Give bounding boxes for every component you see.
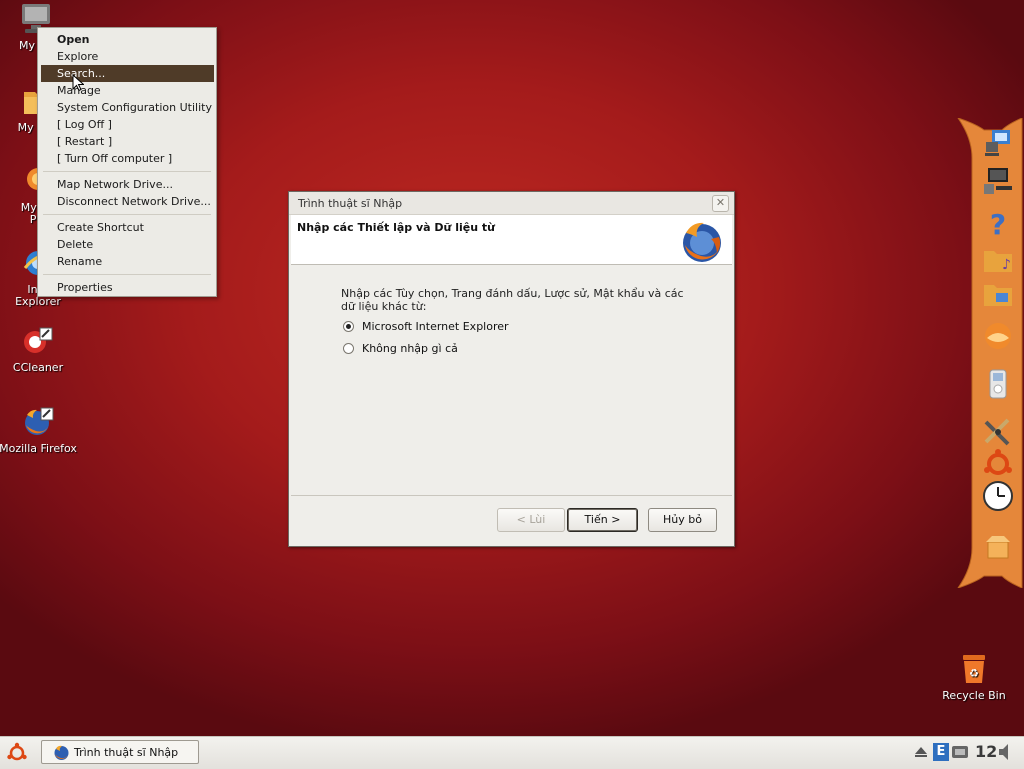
next-button[interactable]: Tiến >: [567, 508, 638, 532]
ubuntu-start-icon[interactable]: [6, 742, 28, 764]
svg-text:?: ?: [990, 208, 1006, 240]
radio-option-label: Không nhập gì cả: [362, 342, 458, 355]
svg-text:♪: ♪: [1002, 257, 1011, 273]
pictures-folder-icon[interactable]: [982, 278, 1014, 310]
desktop-icon-label-line2: Explorer: [15, 295, 61, 308]
desktop-icon-label: Mozilla Firefox: [0, 442, 77, 455]
side-dock: ? ♪: [956, 118, 1024, 588]
media-player-icon[interactable]: [982, 320, 1014, 352]
menu-item-log-off[interactable]: [ Log Off ]: [41, 116, 214, 133]
firefox-logo-icon: [683, 222, 721, 262]
dialog-footer-divider: [291, 495, 732, 496]
ubuntu-logo-icon[interactable]: [982, 448, 1014, 480]
tray-app-icon[interactable]: [951, 743, 969, 761]
desktop-icon-label: CCleaner: [12, 361, 64, 374]
eject-icon[interactable]: [914, 745, 928, 759]
wizard-prompt: Nhập các Tùy chọn, Trang đánh dấu, Lược …: [341, 287, 684, 313]
menu-item-restart[interactable]: [ Restart ]: [41, 133, 214, 150]
close-button[interactable]: ✕: [712, 195, 729, 212]
ccleaner-icon: [21, 324, 55, 358]
dialog-title: Trình thuật sĩ Nhập: [298, 197, 403, 210]
taskbar-button-import-wizard[interactable]: Trình thuật sĩ Nhập: [41, 740, 199, 764]
radio-option-label: Microsoft Internet Explorer: [362, 320, 509, 333]
back-button[interactable]: < Lùi: [497, 508, 565, 532]
radio-button[interactable]: [343, 343, 354, 354]
context-menu: Open Explore Search... Manage System Con…: [37, 27, 217, 297]
tools-icon[interactable]: [982, 416, 1014, 448]
menu-item-manage[interactable]: Manage: [41, 82, 214, 99]
menu-item-turn-off-computer[interactable]: [ Turn Off computer ]: [41, 150, 214, 167]
volume-icon[interactable]: [998, 742, 1012, 762]
menu-item-rename[interactable]: Rename: [41, 253, 214, 270]
menu-separator: [43, 214, 211, 215]
network-computers-icon[interactable]: [982, 128, 1014, 160]
desktop-icon-ccleaner[interactable]: CCleaner: [0, 324, 80, 374]
menu-item-delete[interactable]: Delete: [41, 236, 214, 253]
menu-item-map-network-drive[interactable]: Map Network Drive...: [41, 176, 214, 193]
firefox-icon: [21, 405, 55, 439]
dialog-titlebar[interactable]: Trình thuật sĩ Nhập ✕: [289, 192, 734, 215]
wizard-header-title: Nhập các Thiết lập và Dữ liệu từ: [297, 221, 495, 234]
wizard-header: Nhập các Thiết lập và Dữ liệu từ: [291, 215, 732, 265]
menu-item-open[interactable]: Open: [41, 31, 214, 48]
menu-separator: [43, 171, 211, 172]
menu-item-explore[interactable]: Explore: [41, 48, 214, 65]
menu-item-system-configuration-utility[interactable]: System Configuration Utility: [41, 99, 214, 116]
trash-icon[interactable]: [982, 532, 1014, 564]
menu-item-disconnect-network-drive[interactable]: Disconnect Network Drive...: [41, 193, 214, 210]
desktop-icon-recycle-bin[interactable]: ♻ Recycle Bin: [932, 652, 1016, 702]
mouse-cursor-icon: [72, 74, 84, 92]
music-folder-icon[interactable]: ♪: [982, 244, 1014, 276]
close-icon: ✕: [715, 196, 726, 209]
import-wizard-dialog: Trình thuật sĩ Nhập ✕ Nhập các Thiết lập…: [288, 191, 735, 547]
input-method-icon[interactable]: E: [933, 743, 949, 761]
clock-icon[interactable]: [982, 480, 1014, 512]
taskbar-button-label: Trình thuật sĩ Nhập: [74, 746, 179, 759]
recycle-bin-icon: ♻: [957, 652, 991, 686]
desktop-icon-mozilla-firefox[interactable]: Mozilla Firefox: [0, 405, 80, 455]
cancel-button[interactable]: Hủy bỏ: [648, 508, 717, 532]
taskbar: Trình thuật sĩ Nhập E 12: [0, 736, 1024, 769]
ipod-icon[interactable]: [982, 368, 1014, 400]
firefox-icon: [54, 745, 69, 760]
help-icon[interactable]: ?: [982, 208, 1014, 240]
svg-text:♻: ♻: [969, 667, 979, 680]
menu-item-create-shortcut[interactable]: Create Shortcut: [41, 219, 214, 236]
menu-item-search[interactable]: Search...: [41, 65, 214, 82]
menu-separator: [43, 274, 211, 275]
desktop-icon-label: Recycle Bin: [942, 689, 1006, 702]
radio-button-selected[interactable]: [343, 321, 354, 332]
menu-item-properties[interactable]: Properties: [41, 279, 214, 296]
desktop-computer-icon[interactable]: [982, 164, 1014, 196]
